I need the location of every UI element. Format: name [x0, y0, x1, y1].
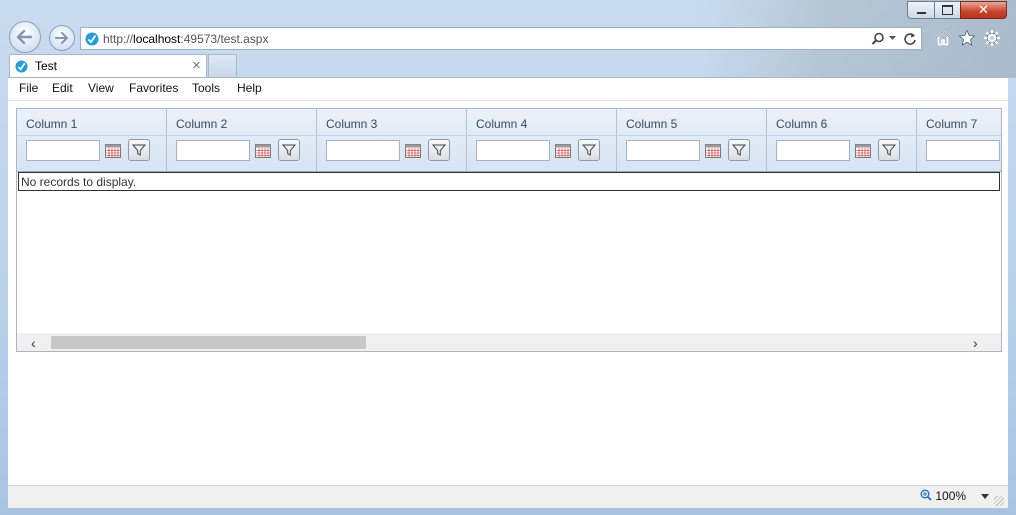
search-icon[interactable] — [871, 32, 885, 46]
menu-tools[interactable]: Tools — [192, 81, 220, 95]
filter-button[interactable] — [128, 139, 150, 161]
tools-button[interactable] — [982, 28, 1002, 48]
column-header-title[interactable]: Column 6 — [776, 117, 827, 131]
url-host: localhost — [133, 32, 181, 46]
filter-input[interactable] — [326, 140, 400, 161]
maximize-icon — [942, 5, 953, 15]
tab-title: Test — [35, 59, 58, 73]
status-bar: 100% — [8, 485, 1008, 508]
menu-divider — [8, 100, 1008, 101]
back-button[interactable] — [9, 21, 41, 53]
filter-button[interactable] — [578, 139, 600, 161]
home-icon — [935, 30, 951, 46]
filter-input[interactable] — [776, 140, 850, 161]
calendar-icon[interactable] — [105, 144, 121, 158]
menu-file[interactable]: File — [19, 81, 38, 95]
filter-input[interactable] — [26, 140, 100, 161]
grid-column-6: Column 6 — [767, 109, 917, 171]
filter-button[interactable] — [278, 139, 300, 161]
minimize-button[interactable] — [907, 1, 935, 19]
filter-button[interactable] — [428, 139, 450, 161]
funnel-icon — [432, 144, 446, 156]
funnel-icon — [282, 144, 296, 156]
column-header-title[interactable]: Column 7 — [926, 117, 977, 131]
calendar-icon[interactable] — [255, 144, 271, 158]
funnel-icon — [132, 144, 146, 156]
filter-button[interactable] — [878, 139, 900, 161]
menu-help[interactable]: Help — [237, 81, 262, 95]
column-header-title[interactable]: Column 5 — [626, 117, 677, 131]
calendar-icon[interactable] — [705, 144, 721, 158]
funnel-icon — [732, 144, 746, 156]
home-button[interactable] — [933, 28, 953, 48]
column-header-title[interactable]: Column 2 — [176, 117, 227, 131]
grid-column-2: Column 2 — [167, 109, 317, 171]
star-icon — [958, 29, 976, 46]
url-scheme: http:// — [103, 32, 134, 46]
maximize-button[interactable] — [934, 1, 961, 19]
grid-column-5: Column 5 — [617, 109, 767, 171]
column-header-title[interactable]: Column 3 — [326, 117, 377, 131]
grid-column-4: Column 4 — [467, 109, 617, 171]
scroll-right-icon[interactable]: › — [973, 335, 978, 351]
back-arrow-icon — [16, 29, 33, 45]
header-divider — [917, 135, 1001, 136]
new-tab-button[interactable] — [208, 54, 237, 77]
calendar-icon[interactable] — [855, 144, 871, 158]
tab-close-icon[interactable]: × — [192, 57, 201, 74]
grid-column-3: Column 3 — [317, 109, 467, 171]
site-favicon-icon — [85, 32, 99, 46]
header-divider — [467, 135, 617, 136]
header-divider — [317, 135, 467, 136]
tab-test[interactable]: Test × — [9, 54, 207, 77]
filter-input[interactable] — [626, 140, 700, 161]
column-header-title[interactable]: Column 1 — [26, 117, 77, 131]
funnel-icon — [882, 144, 896, 156]
url-path: :49573/test.aspx — [180, 32, 269, 46]
no-records-message: No records to display. — [18, 172, 1000, 191]
favorites-button[interactable] — [957, 28, 977, 48]
filter-input[interactable] — [476, 140, 550, 161]
header-divider — [617, 135, 767, 136]
scroll-left-icon[interactable]: ‹ — [31, 335, 36, 351]
zoom-icon — [920, 489, 932, 501]
zoom-level: 100% — [935, 489, 967, 503]
tab-favicon-icon — [15, 60, 28, 73]
filter-input[interactable] — [176, 140, 250, 161]
column-header-title[interactable]: Column 4 — [476, 117, 527, 131]
zoom-dropdown-icon[interactable] — [981, 494, 990, 499]
filter-input[interactable] — [926, 140, 1000, 161]
close-window-button[interactable]: ✕ — [960, 1, 1007, 19]
menu-bar: File Edit View Favorites Tools Help — [8, 78, 1008, 100]
calendar-icon[interactable] — [405, 144, 421, 158]
refresh-icon[interactable] — [903, 32, 917, 46]
menu-favorites[interactable]: Favorites — [129, 81, 178, 95]
forward-button[interactable] — [49, 25, 75, 51]
data-grid: Column 1 Column 2 Column 3 Column 4 Column 5… — [16, 108, 1002, 352]
menu-edit[interactable]: Edit — [52, 81, 73, 95]
search-dropdown-icon[interactable] — [889, 36, 896, 41]
address-bar[interactable]: http://localhost:49573/test.aspx — [80, 27, 922, 50]
close-icon: ✕ — [978, 2, 989, 17]
grid-header: Column 1 Column 2 Column 3 Column 4 Column 5… — [17, 109, 1001, 172]
resize-grip-icon[interactable] — [994, 496, 1004, 506]
grid-column-7: Column 7 — [917, 109, 1001, 171]
minimize-icon — [916, 12, 926, 14]
zoom-control[interactable]: 100% — [920, 489, 990, 503]
header-divider — [17, 135, 167, 136]
horizontal-scrollbar[interactable]: ‹ › — [17, 333, 1001, 351]
funnel-icon — [582, 144, 596, 156]
grid-column-1: Column 1 — [17, 109, 167, 171]
forward-arrow-icon — [55, 32, 68, 44]
scrollbar-thumb[interactable] — [51, 336, 366, 349]
filter-button[interactable] — [728, 139, 750, 161]
menu-view[interactable]: View — [88, 81, 114, 95]
url-text[interactable]: http://localhost:49573/test.aspx — [103, 32, 268, 46]
header-divider — [767, 135, 917, 136]
calendar-icon[interactable] — [555, 144, 571, 158]
gear-icon — [984, 30, 1000, 46]
header-divider — [167, 135, 317, 136]
